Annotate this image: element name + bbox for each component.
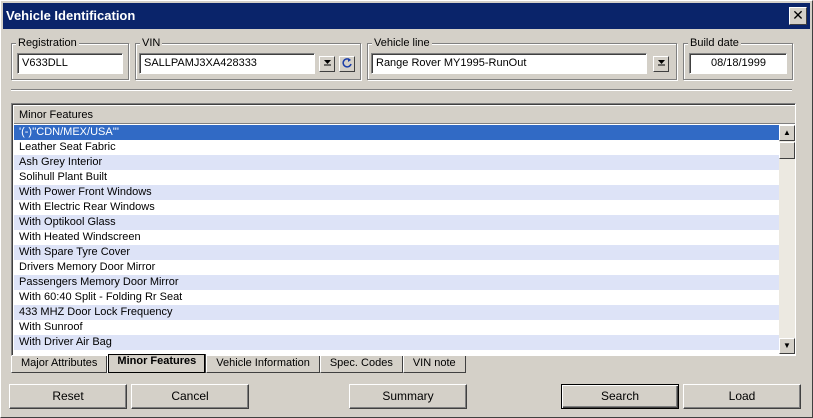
list-item[interactable]: With Power Front Windows [14,185,779,200]
list-item[interactable]: With Heated Windscreen [14,230,779,245]
minor-features-list: Minor Features '(-)''CDN/MEX/USA''' Leath… [11,103,796,356]
list-item[interactable]: 433 MHZ Door Lock Frequency [14,305,779,320]
vehicle-identification-window: Vehicle Identification ✕ Registration V6… [0,0,813,418]
list-header[interactable]: Minor Features [14,106,795,124]
list-item[interactable]: '(-)''CDN/MEX/USA''' [14,125,779,140]
build-date-label: Build date [688,37,741,49]
list-item[interactable]: Passengers Memory Door Mirror [14,275,779,290]
vin-field[interactable]: SALLPAMJ3XA428333 [139,53,315,74]
list-body: '(-)''CDN/MEX/USA''' Leather Seat Fabric A… [14,125,779,354]
refresh-icon [341,58,352,68]
list-item[interactable]: With Sunroof [14,320,779,335]
list-item[interactable]: With Optikool Glass [14,215,779,230]
summary-button[interactable]: Summary [349,384,467,409]
load-button[interactable]: Load [683,384,801,409]
scroll-up-icon[interactable]: ▲ [779,125,795,141]
list-item[interactable]: With 60:40 Split - Folding Rr Seat [14,290,779,305]
vin-refresh-icon[interactable] [339,56,355,72]
tab-vin-note[interactable]: VIN note [402,356,466,373]
list-item[interactable]: With Driver Air Bag [14,335,779,350]
reset-button[interactable]: Reset [9,384,127,409]
list-item[interactable]: With Spare Tyre Cover [14,245,779,260]
tab-major-attributes[interactable]: Major Attributes [11,356,108,373]
title-bar: Vehicle Identification ✕ [3,3,810,29]
cancel-button[interactable]: Cancel [131,384,249,409]
list-item[interactable]: Leather Seat Fabric [14,140,779,155]
build-date-field[interactable]: 08/18/1999 [689,53,787,74]
registration-field[interactable]: V633DLL [17,53,123,74]
tab-spec-codes[interactable]: Spec. Codes [319,356,403,373]
vehicle-line-label: Vehicle line [372,37,432,49]
list-item[interactable]: With Electric Rear Windows [14,200,779,215]
vin-label: VIN [140,37,163,49]
scroll-down-icon[interactable]: ▼ [779,338,795,354]
chevron-down-icon [323,60,331,66]
separator [11,89,792,91]
window-title: Vehicle Identification [6,8,136,23]
scroll-thumb[interactable] [779,142,795,159]
tab-strip: Major Attributes Minor Features Vehicle In… [11,354,466,374]
list-item[interactable]: Ash Grey Interior [14,155,779,170]
registration-label: Registration [16,37,79,49]
vin-dropdown-icon[interactable] [319,56,335,72]
vertical-scrollbar[interactable]: ▲ ▼ [779,125,795,354]
tab-minor-features[interactable]: Minor Features [107,354,207,373]
vehicle-line-dropdown-icon[interactable] [653,56,669,72]
tab-vehicle-information[interactable]: Vehicle Information [206,356,320,373]
chevron-down-icon [657,60,665,66]
list-item[interactable]: Drivers Memory Door Mirror [14,260,779,275]
vehicle-line-field[interactable]: Range Rover MY1995-RunOut [371,53,647,74]
list-item[interactable]: Solihull Plant Built [14,170,779,185]
search-button[interactable]: Search [561,384,679,409]
close-icon[interactable]: ✕ [789,7,807,25]
